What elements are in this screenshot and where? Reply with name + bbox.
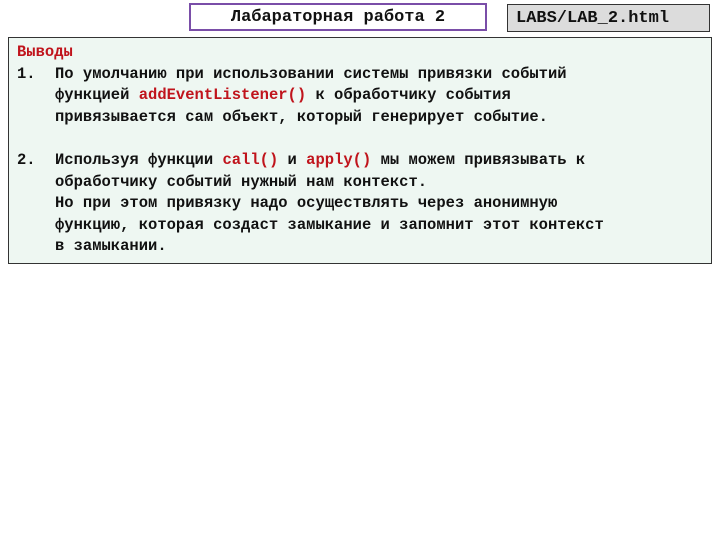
conclusions-heading: Выводы	[17, 43, 73, 61]
item-number: 2.	[17, 150, 36, 169]
text-segment: функцией	[55, 86, 139, 105]
slide-title-text: Лабараторная работа 2	[230, 7, 446, 27]
item-number: 1.	[17, 64, 36, 83]
text-segment: мы можем привязывать к	[371, 150, 586, 169]
item-line: Используя функции call() и apply() мы мо…	[55, 150, 703, 172]
item-line: По умолчанию при использовании системы п…	[55, 64, 567, 83]
item-line: обработчику событий нужный нам контекст.	[55, 172, 428, 191]
code-apply: apply()	[306, 150, 372, 169]
text-segment: Используя функции	[55, 150, 223, 169]
code-call: call()	[222, 150, 279, 169]
text-segment: к обработчику события	[306, 86, 511, 105]
file-path-label: LABS/LAB_2.html	[507, 4, 710, 32]
slide-title: Лабараторная работа 2	[189, 3, 487, 31]
conclusion-item-2: 2. Используя функции call() и apply() мы…	[17, 150, 703, 258]
text-segment: и	[278, 150, 307, 169]
item-line: Но при этом привязку надо осуществлять ч…	[55, 194, 558, 213]
conclusions-panel: Выводы 1. По умолчанию при использовании…	[8, 37, 712, 264]
conclusion-item-1: 1. По умолчанию при использовании систем…	[17, 64, 703, 129]
code-add-event-listener: addEventListener()	[138, 86, 307, 105]
item-line: в замыкании.	[55, 237, 167, 256]
item-line: функцию, которая создаст замыкание и зап…	[55, 215, 604, 234]
file-path-text: LABS/LAB_2.html	[516, 8, 670, 28]
item-line: функцией addEventListener() к обработчик…	[55, 85, 703, 107]
item-line: привязывается сам объект, который генери…	[55, 107, 548, 126]
